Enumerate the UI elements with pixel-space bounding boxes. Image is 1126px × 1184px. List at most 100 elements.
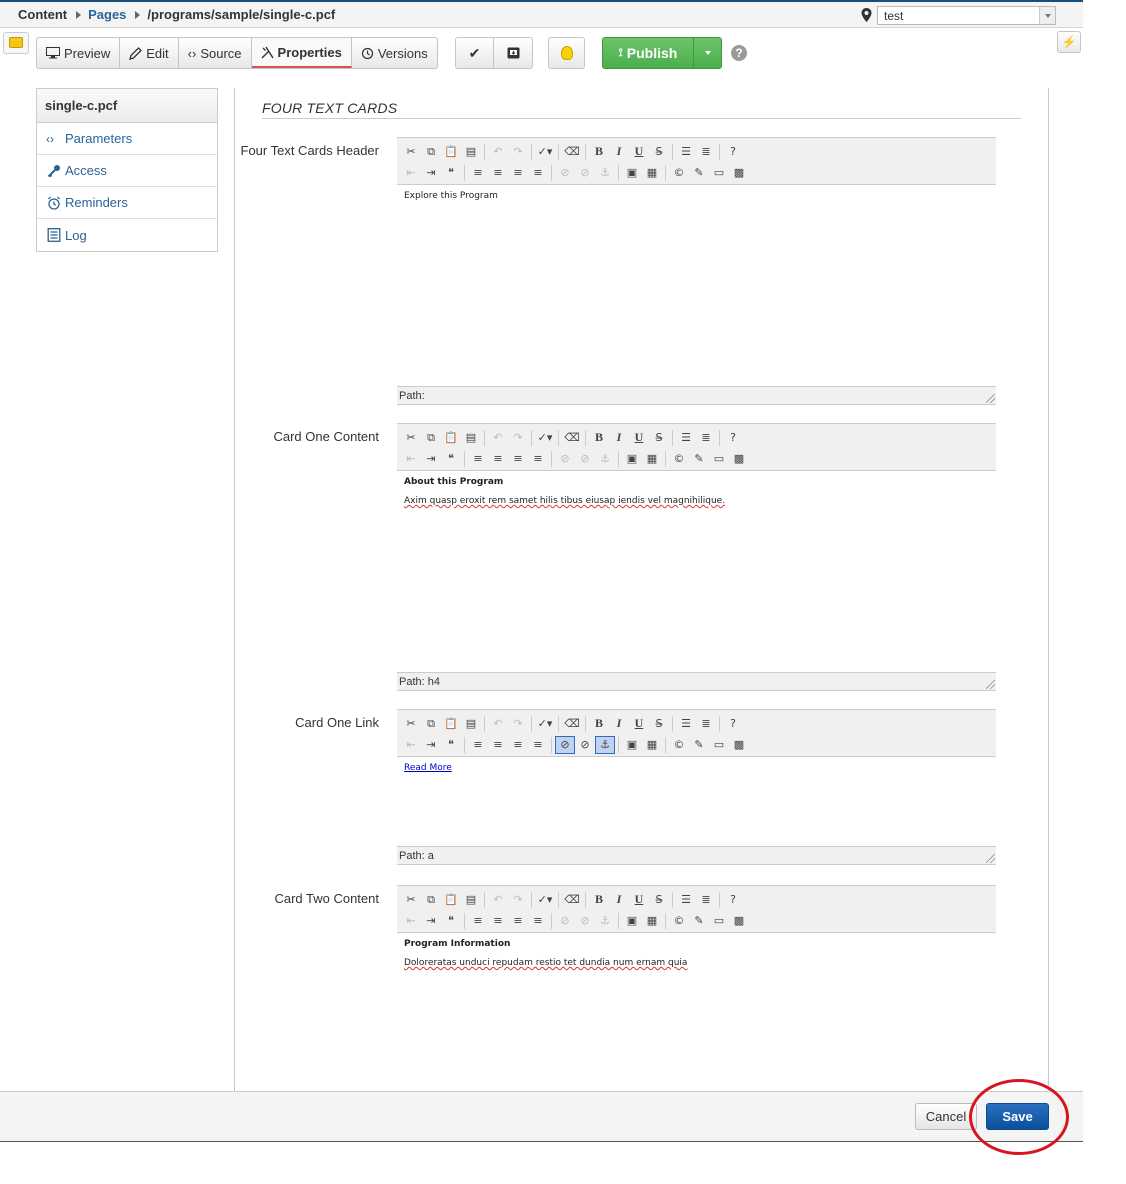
unlink-icon[interactable]: ⊘: [575, 736, 595, 754]
numbered-list-icon[interactable]: ≣: [696, 715, 716, 733]
bullet-list-icon[interactable]: ☰: [676, 143, 696, 161]
indent-icon[interactable]: ⇥: [421, 450, 441, 468]
tips-button[interactable]: [548, 37, 585, 69]
bullet-list-icon[interactable]: ☰: [676, 891, 696, 909]
paste-word-icon[interactable]: ▤: [461, 429, 481, 447]
help-icon[interactable]: ?: [731, 45, 747, 61]
paste-word-icon[interactable]: ▤: [461, 891, 481, 909]
eraser-icon[interactable]: ⌫: [562, 891, 582, 909]
gadgets-button[interactable]: ⚡: [1057, 31, 1081, 53]
align-center-icon[interactable]: ≡: [488, 164, 508, 182]
align-right-icon[interactable]: ≡: [508, 912, 528, 930]
eraser-icon[interactable]: ⌫: [562, 143, 582, 161]
align-right-icon[interactable]: ≡: [508, 736, 528, 754]
redo-icon[interactable]: ↷: [508, 715, 528, 733]
tab-versions[interactable]: Versions: [352, 38, 437, 68]
anchor-icon[interactable]: ⚓: [595, 164, 615, 182]
blockquote-icon[interactable]: ❝: [441, 912, 461, 930]
scissors-icon[interactable]: ✂: [401, 891, 421, 909]
site-select[interactable]: test: [877, 6, 1056, 25]
strikethrough-icon[interactable]: S̶: [649, 143, 669, 161]
scissors-icon[interactable]: ✂: [401, 143, 421, 161]
redo-icon[interactable]: ↷: [508, 143, 528, 161]
indent-icon[interactable]: ⇥: [421, 736, 441, 754]
paste-icon[interactable]: 📋: [441, 143, 461, 161]
eraser-icon[interactable]: ⌫: [562, 715, 582, 733]
copyright-icon[interactable]: ©: [669, 912, 689, 930]
help-icon[interactable]: ?: [723, 429, 743, 447]
align-justify-icon[interactable]: ≡: [528, 164, 548, 182]
align-center-icon[interactable]: ≡: [488, 450, 508, 468]
cleanup-icon[interactable]: ✎: [689, 164, 709, 182]
bullet-list-icon[interactable]: ☰: [676, 715, 696, 733]
cleanup-icon[interactable]: ✎: [689, 450, 709, 468]
template-icon[interactable]: ▭: [709, 450, 729, 468]
redo-icon[interactable]: ↷: [508, 429, 528, 447]
tab-source[interactable]: ‹› Source: [179, 38, 252, 68]
spellcheck-icon[interactable]: ✓▾: [535, 429, 555, 447]
anchor-icon[interactable]: ⚓: [595, 735, 615, 754]
editor-body[interactable]: Read More: [397, 757, 996, 846]
indent-icon[interactable]: ⇥: [421, 164, 441, 182]
copy-icon[interactable]: ⧉: [421, 891, 441, 909]
underline-icon[interactable]: U: [629, 429, 649, 447]
check-in-button[interactable]: ✔: [456, 38, 494, 68]
bold-icon[interactable]: B: [589, 429, 609, 447]
align-left-icon[interactable]: ≡: [468, 450, 488, 468]
link-icon[interactable]: ⊘: [555, 735, 575, 754]
copy-icon[interactable]: ⧉: [421, 715, 441, 733]
strikethrough-icon[interactable]: S̶: [649, 715, 669, 733]
blockquote-icon[interactable]: ❝: [441, 450, 461, 468]
help-icon[interactable]: ?: [723, 891, 743, 909]
redo-icon[interactable]: ↷: [508, 891, 528, 909]
outdent-icon[interactable]: ⇤: [401, 450, 421, 468]
align-justify-icon[interactable]: ≡: [528, 736, 548, 754]
breadcrumb-pages[interactable]: Pages: [88, 7, 126, 22]
image-icon[interactable]: ▣: [622, 736, 642, 754]
link-icon[interactable]: ⊘: [555, 164, 575, 182]
align-left-icon[interactable]: ≡: [468, 736, 488, 754]
cleanup-icon[interactable]: ✎: [689, 736, 709, 754]
media-icon[interactable]: ▦: [642, 164, 662, 182]
bold-icon[interactable]: B: [589, 143, 609, 161]
eraser-icon[interactable]: ⌫: [562, 429, 582, 447]
snippet-icon[interactable]: ▩: [729, 736, 749, 754]
anchor-icon[interactable]: ⚓: [595, 450, 615, 468]
paste-icon[interactable]: 📋: [441, 891, 461, 909]
file-browser-button[interactable]: [3, 32, 29, 54]
spellcheck-icon[interactable]: ✓▾: [535, 891, 555, 909]
indent-icon[interactable]: ⇥: [421, 912, 441, 930]
spellcheck-icon[interactable]: ✓▾: [535, 143, 555, 161]
align-center-icon[interactable]: ≡: [488, 912, 508, 930]
paste-word-icon[interactable]: ▤: [461, 715, 481, 733]
undo-icon[interactable]: ↶: [488, 143, 508, 161]
unlink-icon[interactable]: ⊘: [575, 912, 595, 930]
help-icon[interactable]: ?: [723, 715, 743, 733]
tab-properties[interactable]: Properties: [251, 38, 352, 68]
resize-handle-icon[interactable]: [986, 854, 995, 863]
sidebar-item-log[interactable]: Log: [37, 219, 217, 251]
outdent-icon[interactable]: ⇤: [401, 164, 421, 182]
save-version-button[interactable]: [494, 38, 532, 68]
italic-icon[interactable]: I: [609, 715, 629, 733]
image-icon[interactable]: ▣: [622, 164, 642, 182]
template-icon[interactable]: ▭: [709, 912, 729, 930]
paste-word-icon[interactable]: ▤: [461, 143, 481, 161]
align-left-icon[interactable]: ≡: [468, 912, 488, 930]
media-icon[interactable]: ▦: [642, 450, 662, 468]
bullet-list-icon[interactable]: ☰: [676, 429, 696, 447]
template-icon[interactable]: ▭: [709, 736, 729, 754]
underline-icon[interactable]: U: [629, 891, 649, 909]
tab-preview[interactable]: Preview: [37, 38, 121, 68]
image-icon[interactable]: ▣: [622, 912, 642, 930]
cleanup-icon[interactable]: ✎: [689, 912, 709, 930]
spellcheck-icon[interactable]: ✓▾: [535, 715, 555, 733]
resize-handle-icon[interactable]: [986, 394, 995, 403]
publish-dropdown-toggle[interactable]: [694, 38, 721, 68]
breadcrumb-content[interactable]: Content: [18, 7, 67, 22]
snippet-icon[interactable]: ▩: [729, 164, 749, 182]
numbered-list-icon[interactable]: ≣: [696, 891, 716, 909]
tab-edit[interactable]: Edit: [120, 38, 179, 68]
align-center-icon[interactable]: ≡: [488, 736, 508, 754]
media-icon[interactable]: ▦: [642, 736, 662, 754]
